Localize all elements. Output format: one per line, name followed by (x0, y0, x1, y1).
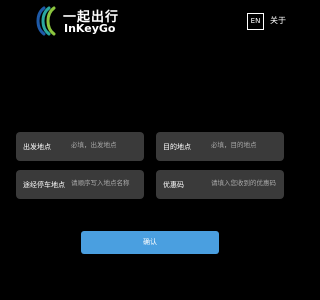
destination-input[interactable] (211, 141, 281, 149)
destination-label: 目的地点 (163, 142, 191, 151)
promo-code-input[interactable] (211, 179, 283, 187)
promo-code-label: 优惠码 (163, 180, 184, 189)
via-stops-field[interactable]: 途经停车地点 (16, 170, 144, 199)
logo-text-en: InKeyGo (64, 22, 116, 35)
header: 一起出行 InKeyGo EN 关于 (0, 0, 300, 40)
origin-field[interactable]: 出发地点 (16, 132, 144, 161)
confirm-button[interactable]: 确认 (81, 231, 219, 254)
about-link[interactable]: 关于 (270, 15, 286, 26)
inkeygo-logo-icon (36, 6, 56, 36)
language-toggle-button[interactable]: EN (247, 13, 264, 30)
destination-field[interactable]: 目的地点 (156, 132, 284, 161)
origin-input[interactable] (71, 141, 141, 149)
promo-code-field[interactable]: 优惠码 (156, 170, 284, 199)
origin-label: 出发地点 (23, 142, 51, 151)
via-stops-input[interactable] (71, 179, 143, 187)
via-stops-label: 途经停车地点 (23, 180, 65, 189)
